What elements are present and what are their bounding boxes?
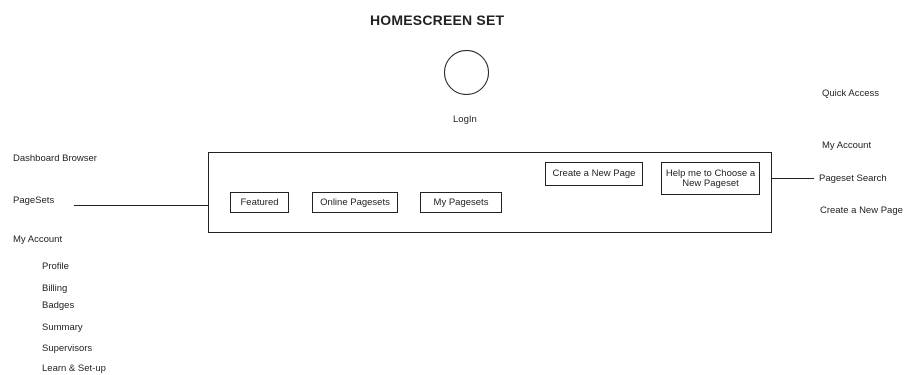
account-item-learn-setup[interactable]: Learn & Set-up	[42, 363, 106, 374]
create-new-page-button[interactable]: Create a New Page	[545, 162, 643, 186]
account-item-billing[interactable]: Billing	[42, 283, 67, 294]
featured-button[interactable]: Featured	[230, 192, 289, 213]
page-title: HOMESCREEN SET	[370, 12, 505, 28]
login-avatar-circle[interactable]	[444, 50, 489, 95]
right-my-account-label[interactable]: My Account	[822, 140, 871, 151]
online-pagesets-button[interactable]: Online Pagesets	[312, 192, 398, 213]
help-choose-pageset-button[interactable]: Help me to Choose a New Pageset	[661, 162, 760, 195]
account-item-badges[interactable]: Badges	[42, 300, 74, 311]
account-item-profile[interactable]: Profile	[42, 261, 69, 272]
pageset-search-label[interactable]: Pageset Search	[819, 173, 887, 184]
wireframe-canvas: { "title": "HOMESCREEN SET", "login": { …	[0, 0, 906, 375]
my-pagesets-button[interactable]: My Pagesets	[420, 192, 502, 213]
account-item-supervisors[interactable]: Supervisors	[42, 343, 92, 354]
pagesets-connector-line	[74, 205, 208, 206]
account-item-summary[interactable]: Summary	[42, 322, 83, 333]
pagesets-label[interactable]: PageSets	[13, 195, 54, 206]
quick-access-label[interactable]: Quick Access	[822, 88, 879, 99]
right-create-new-page-label[interactable]: Create a New Page	[820, 205, 903, 216]
pageset-search-connector-line	[772, 178, 814, 179]
login-label[interactable]: LogIn	[453, 114, 477, 125]
my-account-label[interactable]: My Account	[13, 234, 62, 245]
dashboard-browser-label[interactable]: Dashboard Browser	[13, 153, 97, 164]
